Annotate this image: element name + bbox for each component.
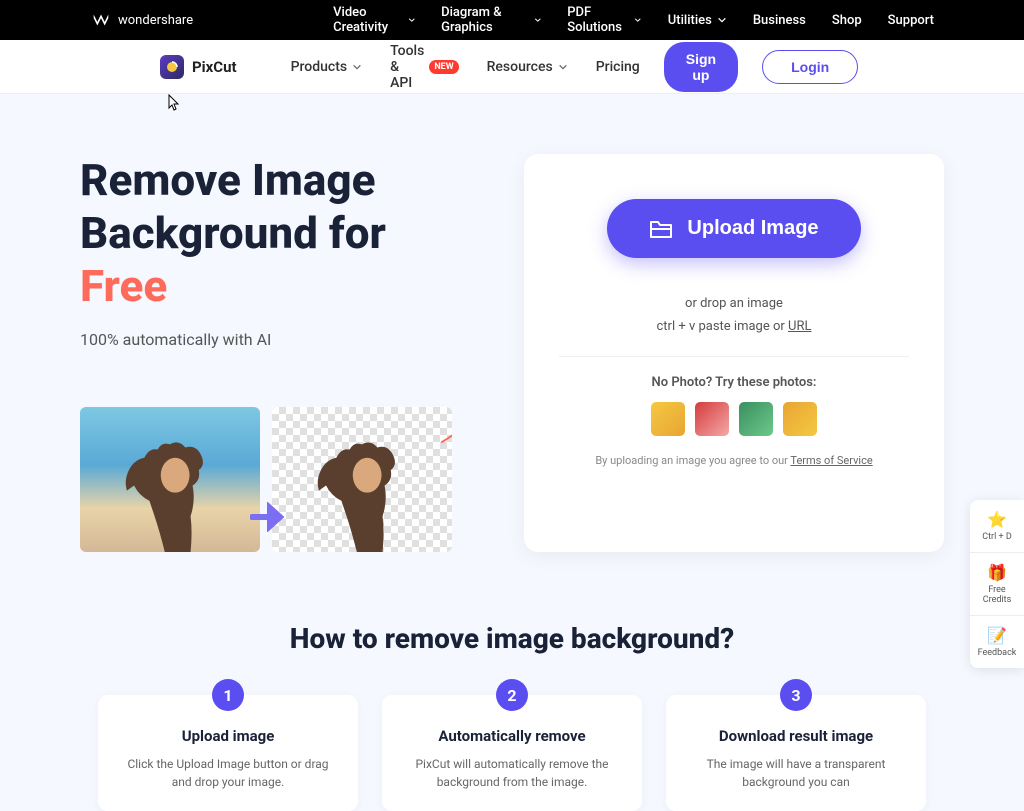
chevron-down-icon [717,15,727,25]
subnav-pricing[interactable]: Pricing [596,59,640,75]
subnav-products[interactable]: Products [291,59,363,75]
nav-shop[interactable]: Shop [832,13,862,28]
sample-photos [559,402,909,436]
product-nav-bar: PixCut Products Tools & API NEW Resource… [0,40,1024,94]
float-credits[interactable]: 🎁 Free Credits [970,553,1024,616]
step-2: 2 Automatically remove PixCut will autom… [382,695,642,811]
pixcut-icon [160,55,184,79]
demo-before-image [80,407,260,552]
step-desc: The image will have a transparent backgr… [688,755,904,791]
no-photo-text: No Photo? Try these photos: [559,375,909,390]
demo-after-image [272,407,452,552]
nav-business[interactable]: Business [753,13,806,28]
step-1: 1 Upload image Click the Upload Image bu… [98,695,358,811]
step-title: Upload image [120,727,336,745]
nav-utilities[interactable]: Utilities [668,13,727,28]
top-nav-bar: wondershare Video Creativity Diagram & G… [0,0,1024,40]
curved-arrow-icon [437,407,452,447]
float-bookmark[interactable]: ⭐ Ctrl + D [970,500,1024,553]
step-title: Download result image [688,727,904,745]
upload-card: Upload Image or drop an image ctrl + v p… [524,154,944,552]
pencil-icon: 📝 [974,626,1020,645]
sample-photo-1[interactable] [651,402,685,436]
step-3: 3 Download result image The image will h… [666,695,926,811]
pixcut-logo[interactable]: PixCut [160,55,237,79]
wondershare-logo[interactable]: wondershare [90,9,193,31]
step-desc: PixCut will automatically remove the bac… [404,755,620,791]
signup-button[interactable]: Sign up [664,42,738,92]
chevron-down-icon [558,62,568,72]
person-silhouette [299,429,425,552]
upload-image-button[interactable]: Upload Image [607,199,860,258]
login-button[interactable]: Login [762,50,858,84]
hero-title-accent: Free [80,260,167,312]
howto-section: How to remove image background? 1 Upload… [0,592,1024,811]
pixcut-text: PixCut [192,58,237,76]
nav-support[interactable]: Support [888,13,934,28]
wondershare-icon [90,9,112,31]
chevron-down-icon [534,15,542,25]
hero-left: Remove Image Background for Free 100% au… [80,154,484,552]
sample-photo-3[interactable] [739,402,773,436]
float-feedback[interactable]: 📝 Feedback [970,616,1024,668]
brand-text: wondershare [118,13,193,28]
nav-video-creativity[interactable]: Video Creativity [333,5,415,35]
new-badge: NEW [429,60,458,74]
arrow-right-icon [250,502,290,532]
hero-subtitle: 100% automatically with AI [80,330,484,349]
folder-icon [649,218,673,240]
sample-photo-2[interactable] [695,402,729,436]
url-link[interactable]: URL [788,319,811,334]
gift-icon: 🎁 [974,563,1020,582]
chevron-down-icon [634,15,642,25]
nav-diagram-graphics[interactable]: Diagram & Graphics [441,5,541,35]
demo-images [80,407,484,552]
nav-pdf-solutions[interactable]: PDF Solutions [567,5,642,35]
terms-text: By uploading an image you agree to our T… [559,454,909,467]
subnav-tools-api[interactable]: Tools & API NEW [390,43,459,91]
star-icon: ⭐ [974,510,1020,529]
chevron-down-icon [352,62,362,72]
sample-photo-4[interactable] [783,402,817,436]
hero-section: Remove Image Background for Free 100% au… [0,94,1024,592]
howto-title: How to remove image background? [80,622,944,655]
steps-row: 1 Upload image Click the Upload Image bu… [80,695,944,811]
paste-text: ctrl + v paste image or URL [559,319,909,334]
step-number: 3 [780,679,812,711]
step-number: 2 [496,679,528,711]
step-title: Automatically remove [404,727,620,745]
step-desc: Click the Upload Image button or drag an… [120,755,336,791]
drop-text: or drop an image [559,296,909,311]
float-panel: ⭐ Ctrl + D 🎁 Free Credits 📝 Feedback [970,500,1024,668]
subnav-resources[interactable]: Resources [487,59,568,75]
terms-link[interactable]: Terms of Service [790,454,872,467]
step-number: 1 [212,679,244,711]
hero-title: Remove Image Background for Free [80,154,484,312]
divider [559,356,909,357]
person-silhouette [107,429,233,552]
product-nav-list: Products Tools & API NEW Resources Prici… [291,43,640,91]
chevron-down-icon [408,15,416,25]
top-nav-list: Video Creativity Diagram & Graphics PDF … [333,5,934,35]
